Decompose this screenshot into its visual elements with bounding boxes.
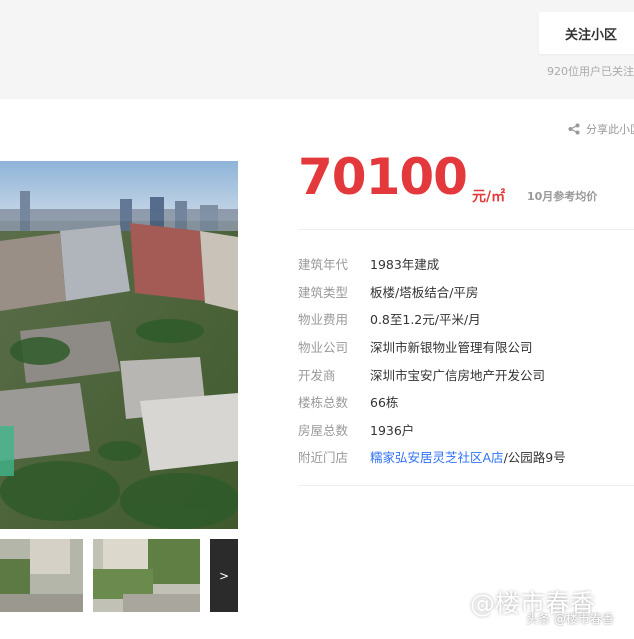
community-info-list: 建筑年代 1983年建成 建筑类型 板楼/塔板结合/平房 物业费用 0.8至1.…: [298, 250, 566, 471]
info-value: 1983年建成: [370, 257, 440, 273]
watermark-small: 头条 @楼市春香: [526, 612, 614, 626]
nearby-store-link[interactable]: 糯家弘安居灵芝社区A店: [370, 450, 504, 465]
share-link[interactable]: 分享此小区: [568, 121, 634, 137]
info-row-build-year: 建筑年代 1983年建成: [298, 250, 566, 278]
gallery-thumbnail[interactable]: [0, 539, 83, 612]
info-value: 0.8至1.2元/平米/月: [370, 312, 481, 328]
store-address: /公园路9号: [503, 450, 566, 466]
average-price: 70100: [298, 148, 468, 206]
info-row-property-fee: 物业费用 0.8至1.2元/平米/月: [298, 305, 566, 333]
divider: [298, 229, 634, 230]
price-note: 10月参考均价: [527, 190, 598, 203]
info-value: 66栋: [370, 395, 399, 411]
follow-count: 920位用户已关注: [547, 65, 634, 78]
info-row-house-count: 房屋总数 1936户: [298, 416, 566, 444]
info-label: 物业费用: [298, 312, 349, 328]
info-row-nearby-store: 附近门店 糯家弘安居灵芝社区A店/公园路9号: [298, 443, 566, 471]
info-row-property-company: 物业公司 深圳市新银物业管理有限公司: [298, 333, 566, 361]
info-value: 深圳市宝安广信房地产开发公司: [370, 367, 546, 383]
gallery-thumbnail[interactable]: [93, 539, 200, 612]
price-unit: 元/㎡: [472, 189, 506, 205]
follow-community-button[interactable]: 关注小区: [539, 12, 634, 54]
info-label: 楼栋总数: [298, 395, 349, 411]
paw-icon: [441, 591, 462, 611]
gallery-next-button[interactable]: >: [210, 539, 238, 612]
info-label: 房屋总数: [298, 422, 349, 438]
info-row-developer: 开发商 深圳市宝安广信房地产开发公司: [298, 360, 566, 388]
info-label: 开发商: [298, 367, 336, 383]
info-value: 1936户: [370, 422, 415, 438]
info-label: 附近门店: [298, 450, 349, 466]
info-value: 深圳市新银物业管理有限公司: [370, 340, 533, 356]
community-main-photo[interactable]: [0, 161, 238, 529]
share-label: 分享此小区: [586, 123, 634, 136]
info-label: 建筑类型: [298, 284, 349, 300]
info-row-building-count: 楼栋总数 66栋: [298, 388, 566, 416]
share-icon: [568, 123, 580, 135]
info-value: 板楼/塔板结合/平房: [370, 284, 479, 300]
info-label: 物业公司: [298, 340, 349, 356]
divider: [298, 485, 634, 486]
info-row-building-type: 建筑类型 板楼/塔板结合/平房: [298, 278, 566, 306]
info-label: 建筑年代: [298, 257, 349, 273]
info-value: 糯家弘安居灵芝社区A店/公园路9号: [370, 447, 566, 466]
